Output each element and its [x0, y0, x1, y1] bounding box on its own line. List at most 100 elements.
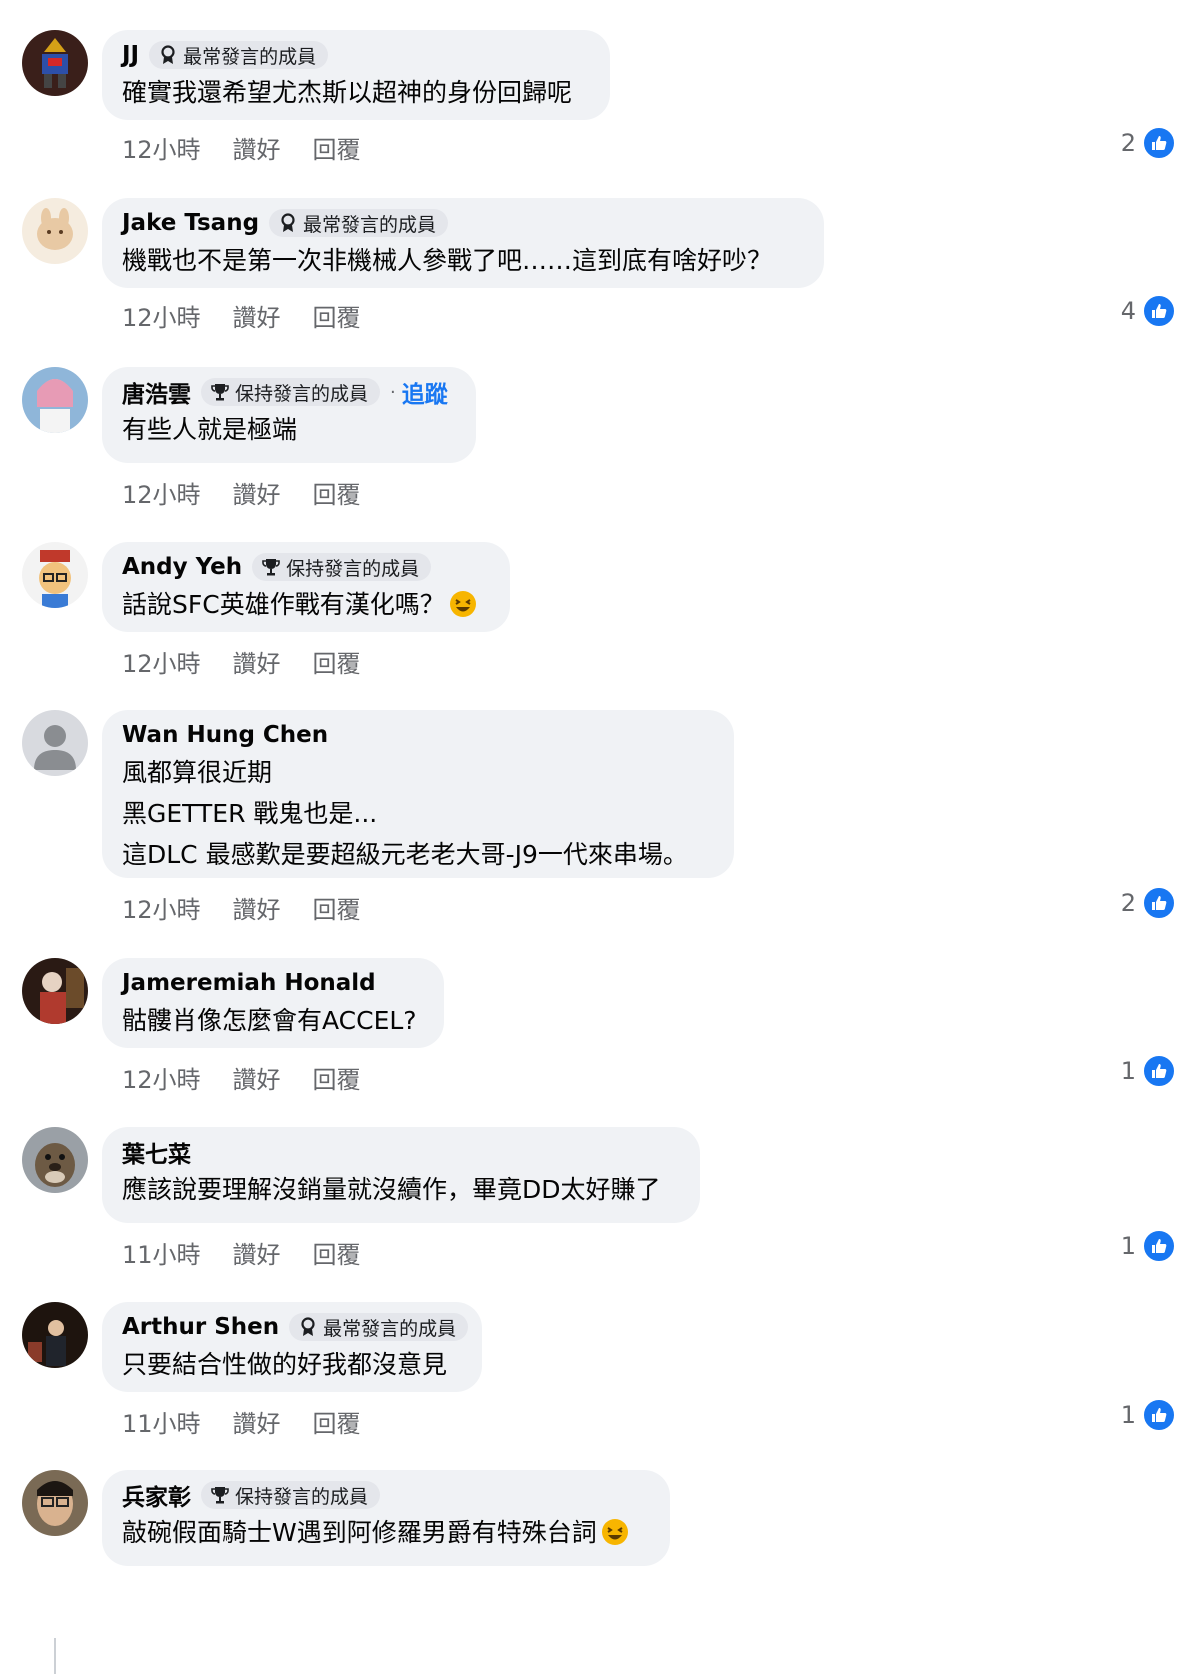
- avatar[interactable]: [22, 30, 88, 96]
- comment-bubble: Jake Tsang 最常發言的成員 機戰也不是第一次非機械人參戰了吧……這到底…: [102, 198, 824, 288]
- like-button[interactable]: 讚好: [233, 1410, 281, 1438]
- badge-label: 保持發言的成員: [286, 557, 420, 580]
- reaction-count: 2: [1120, 889, 1136, 917]
- member-badge[interactable]: 保持發言的成員: [201, 1481, 381, 1509]
- avatar[interactable]: [22, 1302, 88, 1368]
- thumbs-up-icon: [1142, 886, 1176, 920]
- author-name[interactable]: JJ: [122, 42, 139, 68]
- comment-text: 應該說要理解沒銷量就沒續作，畢竟DD太好賺了: [122, 1175, 661, 1204]
- trophy-icon: [211, 382, 229, 402]
- like-button[interactable]: 讚好: [233, 481, 281, 509]
- timestamp[interactable]: 12小時: [122, 481, 201, 509]
- like-button[interactable]: 讚好: [233, 896, 281, 924]
- badge-label: 最常發言的成員: [303, 213, 437, 236]
- reply-button[interactable]: 回覆: [313, 304, 361, 332]
- comment-text: 敲碗假面騎士W遇到阿修羅男爵有特殊台詞: [122, 1512, 650, 1553]
- reaction-summary[interactable]: 2: [1121, 126, 1176, 160]
- comment-text: 確實我還希望尤杰斯以超神的身份回歸呢: [122, 78, 573, 107]
- comment-bubble: Jameremiah Honald 骷髏肖像怎麼會有ACCEL?: [102, 958, 444, 1048]
- timestamp[interactable]: 11小時: [122, 1410, 201, 1438]
- author-name[interactable]: Andy Yeh: [122, 554, 242, 580]
- author-name[interactable]: Wan Hung Chen: [122, 722, 328, 748]
- thumbs-up-icon: [1142, 1054, 1176, 1088]
- member-badge[interactable]: 最常發言的成員: [269, 209, 449, 237]
- author-name[interactable]: 兵家彰: [122, 1478, 191, 1512]
- comment-text-content: 話說SFC英雄作戰有漢化嗎？: [122, 590, 445, 619]
- follow-button[interactable]: 追蹤: [402, 375, 448, 409]
- comment-actions: 12小時 讚好 回覆: [122, 475, 393, 510]
- comment-actions: 12小時 讚好 回覆: [122, 1060, 393, 1095]
- reaction-summary[interactable]: 1: [1121, 1229, 1176, 1263]
- comment-bubble: 唐浩雲 保持發言的成員 · 追蹤 有些人就是極端: [102, 367, 476, 463]
- comment-text-line-1: 風都算很近期: [122, 758, 273, 787]
- comment-text-line-2: 黑GETTER 戰鬼也是...: [122, 799, 378, 828]
- timestamp[interactable]: 12小時: [122, 650, 201, 678]
- member-badge[interactable]: 最常發言的成員: [289, 1313, 469, 1341]
- comment-text: 有些人就是極端: [122, 415, 298, 444]
- reaction-summary[interactable]: 2: [1121, 886, 1176, 920]
- comment-actions: 12小時 讚好 回覆: [122, 890, 393, 925]
- trophy-icon: [262, 557, 280, 577]
- timestamp[interactable]: 12小時: [122, 896, 201, 924]
- reply-button[interactable]: 回覆: [313, 1066, 361, 1094]
- reply-button[interactable]: 回覆: [313, 650, 361, 678]
- author-name[interactable]: Arthur Shen: [122, 1314, 279, 1340]
- reply-button[interactable]: 回覆: [313, 481, 361, 509]
- timestamp[interactable]: 11小時: [122, 1241, 201, 1269]
- like-button[interactable]: 讚好: [233, 1241, 281, 1269]
- top-fan-icon: [299, 1317, 317, 1337]
- comment-actions: 11小時 讚好 回覆: [122, 1404, 393, 1439]
- comment-text-content: 敲碗假面騎士W遇到阿修羅男爵有特殊台詞: [122, 1518, 597, 1547]
- comment-bubble: JJ 最常發言的成員 確實我還希望尤杰斯以超神的身份回歸呢: [102, 30, 610, 120]
- separator-dot: ·: [390, 381, 396, 403]
- author-name[interactable]: Jameremiah Honald: [122, 970, 376, 996]
- avatar[interactable]: [22, 710, 88, 776]
- comment-text: 骷髏肖像怎麼會有ACCEL?: [122, 1006, 417, 1035]
- comment-text: 話說SFC英雄作戰有漢化嗎？: [122, 584, 490, 625]
- timestamp[interactable]: 12小時: [122, 1066, 201, 1094]
- avatar[interactable]: [22, 198, 88, 264]
- member-badge[interactable]: 保持發言的成員: [201, 378, 381, 406]
- avatar[interactable]: [22, 1470, 88, 1536]
- avatar[interactable]: [22, 958, 88, 1024]
- badge-label: 保持發言的成員: [235, 1485, 369, 1508]
- member-badge[interactable]: 保持發言的成員: [252, 553, 432, 581]
- reaction-count: 1: [1120, 1232, 1136, 1260]
- comment-bubble: Arthur Shen 最常發言的成員 只要結合性做的好我都沒意見: [102, 1302, 482, 1392]
- avatar[interactable]: [22, 542, 88, 608]
- timestamp[interactable]: 12小時: [122, 304, 201, 332]
- laughing-emoji-icon: [601, 1517, 629, 1545]
- timestamp[interactable]: 12小時: [122, 136, 201, 164]
- author-name[interactable]: Jake Tsang: [122, 210, 259, 236]
- comment-actions: 11小時 讚好 回覆: [122, 1235, 393, 1270]
- reply-button[interactable]: 回覆: [313, 136, 361, 164]
- badge-label: 最常發言的成員: [183, 45, 317, 68]
- reaction-count: 1: [1120, 1057, 1136, 1085]
- thumbs-up-icon: [1142, 126, 1176, 160]
- reply-button[interactable]: 回覆: [313, 1410, 361, 1438]
- comment-bubble: Wan Hung Chen 風都算很近期 黑GETTER 戰鬼也是... 這DL…: [102, 710, 734, 878]
- comment-bubble: 葉七菜 應該說要理解沒銷量就沒續作，畢竟DD太好賺了: [102, 1127, 700, 1223]
- comment-text-line-3: 這DLC 最感歎是要超級元老老大哥-J9一代來串場。: [122, 840, 688, 869]
- like-button[interactable]: 讚好: [233, 136, 281, 164]
- member-badge[interactable]: 最常發言的成員: [149, 41, 329, 69]
- like-button[interactable]: 讚好: [233, 304, 281, 332]
- comment-bubble: Andy Yeh 保持發言的成員 話說SFC英雄作戰有漢化嗎？: [102, 542, 510, 632]
- laughing-emoji-icon: [449, 589, 477, 617]
- like-button[interactable]: 讚好: [233, 1066, 281, 1094]
- author-name[interactable]: 唐浩雲: [122, 375, 191, 409]
- thumbs-up-icon: [1142, 294, 1176, 328]
- reply-button[interactable]: 回覆: [313, 1241, 361, 1269]
- avatar[interactable]: [22, 1127, 88, 1193]
- author-name[interactable]: 葉七菜: [122, 1135, 191, 1169]
- reply-button[interactable]: 回覆: [313, 896, 361, 924]
- comment-text: 機戰也不是第一次非機械人參戰了吧……這到底有啥好吵？: [122, 246, 773, 275]
- reaction-summary[interactable]: 1: [1121, 1398, 1176, 1432]
- thumbs-up-icon: [1142, 1229, 1176, 1263]
- reaction-summary[interactable]: 4: [1121, 294, 1176, 328]
- reaction-summary[interactable]: 1: [1121, 1054, 1176, 1088]
- avatar[interactable]: [22, 367, 88, 433]
- badge-label: 保持發言的成員: [235, 382, 369, 405]
- trophy-icon: [211, 1485, 229, 1505]
- like-button[interactable]: 讚好: [233, 650, 281, 678]
